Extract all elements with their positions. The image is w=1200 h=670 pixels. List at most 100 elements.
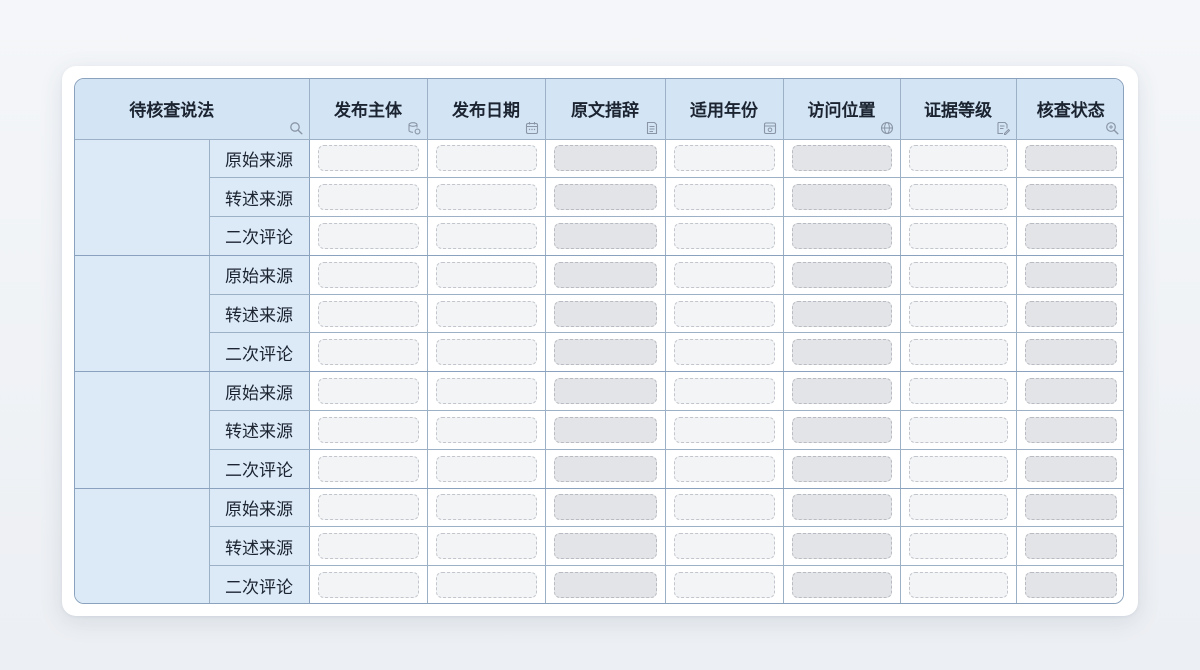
cell-placeholder-field[interactable]	[435, 339, 537, 366]
cell-placeholder-field[interactable]	[553, 455, 657, 482]
cell-placeholder-field[interactable]	[908, 339, 1008, 366]
cell-placeholder-field[interactable]	[673, 261, 775, 288]
cell-placeholder-field[interactable]	[1024, 222, 1117, 249]
cell-placeholder-field[interactable]	[673, 494, 775, 521]
cell-placeholder-field[interactable]	[435, 572, 537, 599]
cell-placeholder-field[interactable]	[553, 494, 657, 521]
cell-placeholder-field[interactable]	[317, 145, 419, 172]
cell-placeholder-field[interactable]	[553, 378, 657, 405]
cell-placeholder-field[interactable]	[908, 416, 1008, 443]
cell-placeholder-field[interactable]	[908, 261, 1008, 288]
cell-placeholder-field[interactable]	[317, 222, 419, 249]
column-header-7[interactable]: 核查状态	[1015, 79, 1123, 140]
column-header-2[interactable]: 发布日期	[426, 79, 546, 140]
cell-placeholder-field[interactable]	[1024, 261, 1117, 288]
cell-placeholder-field[interactable]	[435, 378, 537, 405]
cell-placeholder-field[interactable]	[1024, 533, 1117, 560]
cell-placeholder-field[interactable]	[673, 533, 775, 560]
cell-placeholder-field[interactable]	[673, 416, 775, 443]
cell-placeholder-field[interactable]	[1024, 184, 1117, 211]
cell-placeholder-field[interactable]	[317, 261, 419, 288]
cell-placeholder-field[interactable]	[791, 533, 892, 560]
cell-placeholder-field[interactable]	[1024, 416, 1117, 443]
cell-placeholder-field[interactable]	[435, 533, 537, 560]
cell-placeholder-field[interactable]	[317, 378, 419, 405]
cell-placeholder-field[interactable]	[908, 533, 1008, 560]
cell-placeholder-field[interactable]	[673, 339, 775, 366]
cell-placeholder-field[interactable]	[1024, 339, 1117, 366]
data-cell	[544, 526, 666, 567]
cell-placeholder-field[interactable]	[435, 455, 537, 482]
cell-placeholder-field[interactable]	[435, 494, 537, 521]
cell-placeholder-field[interactable]	[791, 261, 892, 288]
cell-placeholder-field[interactable]	[435, 222, 537, 249]
cell-placeholder-field[interactable]	[553, 145, 657, 172]
cell-placeholder-field[interactable]	[791, 416, 892, 443]
cell-placeholder-field[interactable]	[1024, 455, 1117, 482]
column-header-4[interactable]: 适用年份	[664, 79, 784, 140]
cell-placeholder-field[interactable]	[317, 533, 419, 560]
search-icon[interactable]	[289, 121, 303, 135]
claim-group-cell[interactable]	[75, 487, 210, 603]
cell-placeholder-field[interactable]	[435, 300, 537, 327]
cell-placeholder-field[interactable]	[791, 339, 892, 366]
cell-placeholder-field[interactable]	[317, 494, 419, 521]
cell-placeholder-field[interactable]	[673, 145, 775, 172]
cell-placeholder-field[interactable]	[435, 145, 537, 172]
cell-placeholder-field[interactable]	[553, 533, 657, 560]
cell-placeholder-field[interactable]	[435, 261, 537, 288]
cell-placeholder-field[interactable]	[791, 494, 892, 521]
cell-placeholder-field[interactable]	[908, 184, 1008, 211]
cell-placeholder-field[interactable]	[317, 300, 419, 327]
claim-group-cell[interactable]	[75, 254, 210, 373]
cell-placeholder-field[interactable]	[1024, 494, 1117, 521]
cell-placeholder-field[interactable]	[791, 222, 892, 249]
cell-placeholder-field[interactable]	[553, 416, 657, 443]
cell-placeholder-field[interactable]	[673, 455, 775, 482]
column-header-6[interactable]: 证据等级	[899, 79, 1017, 140]
column-header-1[interactable]: 发布主体	[308, 79, 428, 140]
cell-placeholder-field[interactable]	[553, 184, 657, 211]
cell-placeholder-field[interactable]	[1024, 300, 1117, 327]
cell-placeholder-field[interactable]	[317, 339, 419, 366]
cell-placeholder-field[interactable]	[673, 378, 775, 405]
cell-placeholder-field[interactable]	[673, 184, 775, 211]
cell-placeholder-field[interactable]	[673, 300, 775, 327]
cell-placeholder-field[interactable]	[908, 145, 1008, 172]
column-header-label: 访问位置	[807, 101, 876, 122]
column-header-5[interactable]: 访问位置	[782, 79, 901, 140]
cell-placeholder-field[interactable]	[317, 416, 419, 443]
cell-placeholder-field[interactable]	[791, 184, 892, 211]
cell-placeholder-field[interactable]	[317, 184, 419, 211]
cell-placeholder-field[interactable]	[553, 300, 657, 327]
cell-placeholder-field[interactable]	[553, 339, 657, 366]
cell-placeholder-field[interactable]	[908, 222, 1008, 249]
column-header-3[interactable]: 原文措辞	[544, 79, 666, 140]
cell-placeholder-field[interactable]	[1024, 145, 1117, 172]
cell-placeholder-field[interactable]	[435, 184, 537, 211]
cell-placeholder-field[interactable]	[791, 572, 892, 599]
data-cell	[664, 177, 784, 218]
cell-placeholder-field[interactable]	[435, 416, 537, 443]
claim-group-cell[interactable]	[75, 138, 210, 256]
cell-placeholder-field[interactable]	[908, 455, 1008, 482]
cell-placeholder-field[interactable]	[908, 378, 1008, 405]
cell-placeholder-field[interactable]	[1024, 572, 1117, 599]
data-cell	[899, 409, 1017, 450]
cell-placeholder-field[interactable]	[553, 572, 657, 599]
cell-placeholder-field[interactable]	[673, 222, 775, 249]
cell-placeholder-field[interactable]	[553, 261, 657, 288]
cell-placeholder-field[interactable]	[673, 572, 775, 599]
cell-placeholder-field[interactable]	[317, 455, 419, 482]
cell-placeholder-field[interactable]	[908, 300, 1008, 327]
cell-placeholder-field[interactable]	[1024, 378, 1117, 405]
cell-placeholder-field[interactable]	[908, 494, 1008, 521]
cell-placeholder-field[interactable]	[791, 300, 892, 327]
cell-placeholder-field[interactable]	[908, 572, 1008, 599]
cell-placeholder-field[interactable]	[553, 222, 657, 249]
cell-placeholder-field[interactable]	[791, 145, 892, 172]
claim-group-cell[interactable]	[75, 371, 210, 489]
cell-placeholder-field[interactable]	[791, 455, 892, 482]
cell-placeholder-field[interactable]	[791, 378, 892, 405]
cell-placeholder-field[interactable]	[317, 572, 419, 599]
